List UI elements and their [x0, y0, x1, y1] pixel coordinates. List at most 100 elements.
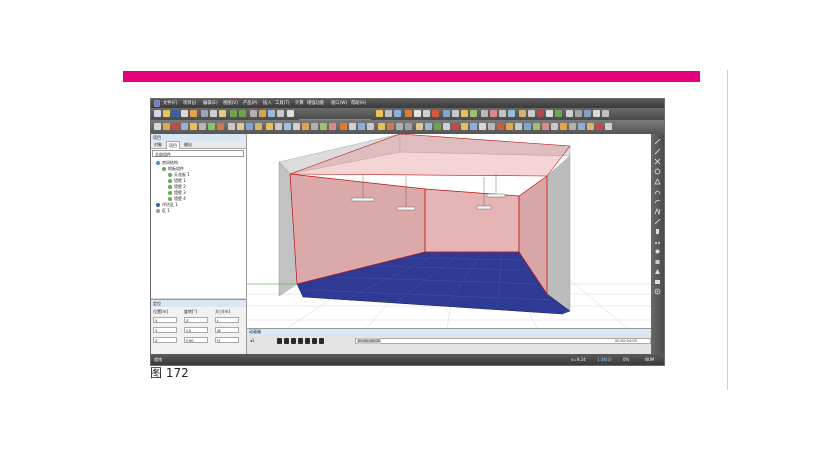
open-folder-icon[interactable]: [163, 110, 170, 117]
info-icon[interactable]: [584, 110, 591, 117]
warning-icon[interactable]: [537, 110, 544, 117]
menu-help[interactable]: 帮助(H): [351, 99, 366, 108]
tb2-j-icon[interactable]: [237, 123, 244, 130]
undo-icon[interactable]: [230, 110, 237, 117]
size-w-field[interactable]: W: [215, 327, 239, 333]
tb2-am-icon[interactable]: [506, 123, 513, 130]
scissors-icon[interactable]: [654, 238, 661, 245]
light-icon[interactable]: [654, 248, 661, 255]
pos-x-field[interactable]: X: [153, 317, 177, 323]
circle-icon[interactable]: [654, 168, 661, 175]
menu-product[interactable]: 产品(P): [243, 99, 258, 108]
size-l-field[interactable]: L: [215, 317, 239, 323]
tb2-a-icon[interactable]: [154, 123, 161, 130]
calc-icon[interactable]: [499, 110, 506, 117]
arc-icon[interactable]: [654, 188, 661, 195]
plant-icon[interactable]: [470, 110, 477, 117]
tb2-aa-icon[interactable]: [396, 123, 403, 130]
export-icon[interactable]: [190, 110, 197, 117]
tb2-q-icon[interactable]: [302, 123, 309, 130]
menu-insert[interactable]: 插入: [263, 99, 272, 108]
tb2-ab-icon[interactable]: [405, 123, 412, 130]
line-icon[interactable]: [654, 148, 661, 155]
menu-project[interactable]: 项目(J): [183, 99, 196, 108]
first-frame-button[interactable]: [277, 338, 282, 344]
tb2-p-icon[interactable]: [293, 123, 300, 130]
exit-icon[interactable]: [602, 110, 609, 117]
tb2-al-icon[interactable]: [497, 123, 504, 130]
save-icon[interactable]: [172, 110, 179, 117]
cut-icon[interactable]: [201, 110, 208, 117]
lamp-icon[interactable]: [461, 110, 468, 117]
tree-item[interactable]: 墙壁 3: [168, 190, 186, 195]
tb2-t-icon[interactable]: [329, 123, 336, 130]
prev-frame-button[interactable]: [291, 338, 296, 344]
run-icon[interactable]: [555, 110, 562, 117]
tb2-aq-icon[interactable]: [542, 123, 549, 130]
play-button[interactable]: [305, 338, 310, 344]
rot-c0-field[interactable]: C0: [184, 327, 208, 333]
tb2-aw-icon[interactable]: [596, 123, 603, 130]
tb2-ad-icon[interactable]: [425, 123, 432, 130]
tb2-v-icon[interactable]: [349, 123, 356, 130]
prev-key-button[interactable]: [284, 338, 289, 344]
report-icon[interactable]: [546, 110, 553, 117]
tb2-c-icon[interactable]: [172, 123, 179, 130]
array-icon[interactable]: [481, 110, 488, 117]
last-frame-button[interactable]: [319, 338, 324, 344]
scale-icon[interactable]: [423, 110, 430, 117]
folder-icon[interactable]: [376, 110, 383, 117]
tb2-x-icon[interactable]: [367, 123, 374, 130]
tb2-ac-icon[interactable]: [416, 123, 423, 130]
tb2-u-icon[interactable]: [340, 123, 347, 130]
tb2-z-icon[interactable]: [387, 123, 394, 130]
tree-item[interactable]: 评估区 1: [156, 202, 178, 207]
tree-item[interactable]: 区 1: [156, 208, 170, 213]
tb2-ax-icon[interactable]: [605, 123, 612, 130]
tb2-i-icon[interactable]: [228, 123, 235, 130]
3d-viewport[interactable]: [247, 134, 651, 328]
tb2-k-icon[interactable]: [246, 123, 253, 130]
settings-icon[interactable]: [566, 110, 573, 117]
tb2-d-icon[interactable]: [181, 123, 188, 130]
bucket-icon[interactable]: [654, 258, 661, 265]
target-icon[interactable]: [654, 288, 661, 295]
tb2-af-icon[interactable]: [443, 123, 450, 130]
zigzag-icon[interactable]: [654, 208, 661, 215]
menu-tools[interactable]: 工具(T): [275, 99, 290, 108]
tab-output[interactable]: 输出: [182, 141, 194, 148]
tb2-an-icon[interactable]: [515, 123, 522, 130]
tools-icon[interactable]: [528, 110, 535, 117]
camera-icon[interactable]: [654, 278, 661, 285]
menu-edit[interactable]: 编辑(E): [203, 99, 218, 108]
render-icon[interactable]: [508, 110, 515, 117]
measure-icon[interactable]: [277, 110, 284, 117]
tb2-au-icon[interactable]: [578, 123, 585, 130]
tb2-ai-icon[interactable]: [470, 123, 477, 130]
tb2-o-icon[interactable]: [284, 123, 291, 130]
tb2-m-icon[interactable]: [266, 123, 273, 130]
tb2-aj-icon[interactable]: [479, 123, 486, 130]
tb2-ag-icon[interactable]: [452, 123, 459, 130]
tab-project[interactable]: 项目: [166, 141, 180, 149]
pen-icon[interactable]: [654, 218, 661, 225]
copy-icon[interactable]: [210, 110, 217, 117]
tree-item[interactable]: 天花板 1: [168, 172, 190, 177]
tab-objects[interactable]: 对象: [152, 141, 164, 148]
move-icon[interactable]: [405, 110, 412, 117]
view-icon[interactable]: [394, 110, 401, 117]
tb2-b-icon[interactable]: [163, 123, 170, 130]
tree-item[interactable]: 地板组件: [162, 166, 184, 171]
menu-view[interactable]: 视图(V): [223, 99, 238, 108]
pencil-icon[interactable]: [654, 138, 661, 145]
rot-z-field[interactable]: Z: [184, 317, 208, 323]
select-icon[interactable]: [250, 110, 257, 117]
tb2-h-icon[interactable]: [217, 123, 224, 130]
redo-icon[interactable]: [239, 110, 246, 117]
next-frame-button[interactable]: [312, 338, 317, 344]
menu-window[interactable]: 窗口(W): [331, 99, 347, 108]
size-h-field[interactable]: H: [215, 337, 239, 343]
mirror-icon[interactable]: [452, 110, 459, 117]
step-icon[interactable]: ◂1: [250, 338, 255, 344]
tb2-ah-icon[interactable]: [461, 123, 468, 130]
